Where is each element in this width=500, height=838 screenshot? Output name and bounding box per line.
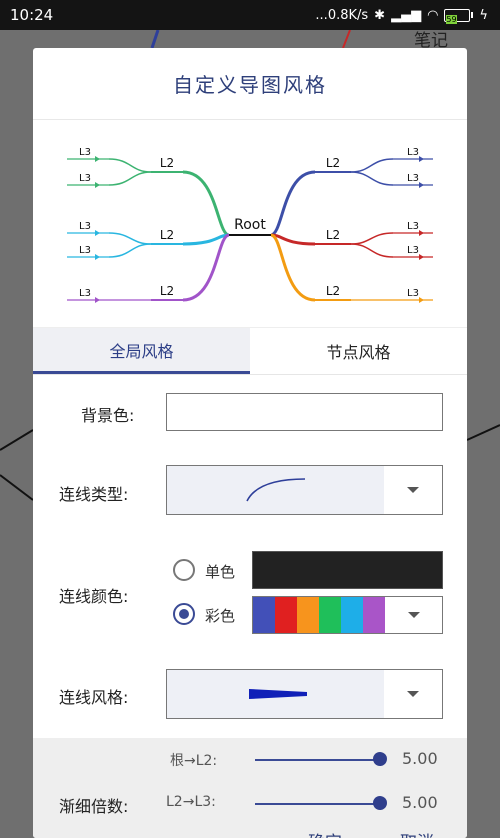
- arrow-icon: [419, 156, 424, 162]
- l2-node-label: L2: [160, 156, 174, 170]
- l3-node-label: L3: [79, 288, 91, 299]
- branch-l2-l3: [350, 243, 394, 258]
- chevron-down-icon: [385, 597, 442, 633]
- palette-swatch: [297, 597, 319, 633]
- taper-section: 根→L2: 5.00 渐细倍数: L2→L3: 5.00: [33, 738, 467, 838]
- curve-line-icon: [245, 478, 305, 502]
- status-time: 10:24: [10, 6, 54, 24]
- palette-swatch: [275, 597, 297, 633]
- taper-l2-l3-track[interactable]: [255, 803, 381, 805]
- root-node-label: Root: [234, 217, 266, 233]
- l3-node-label: L3: [79, 147, 91, 158]
- taper-root-l2-label: 根→L2:: [170, 753, 218, 769]
- l3-node-label: L3: [79, 221, 91, 232]
- branch-l2-l3: [350, 171, 394, 186]
- radio-single-color[interactable]: [173, 559, 195, 581]
- line-type-label: 连线类型:: [59, 485, 129, 504]
- arrow-icon: [419, 254, 424, 260]
- palette-swatch: [253, 597, 275, 633]
- dialog-title: 自定义导图风格: [33, 48, 467, 120]
- taper-l2-l3-value: 5.00: [402, 793, 438, 812]
- line-type-select[interactable]: [166, 465, 443, 515]
- chevron-down-icon: [384, 466, 442, 514]
- l2-node-label: L2: [326, 156, 340, 170]
- taper-label: 渐细倍数:: [59, 797, 129, 816]
- charging-icon: ϟ: [479, 7, 488, 23]
- arrow-icon: [95, 182, 100, 188]
- l3-node-label: L3: [407, 147, 419, 158]
- arrow-icon: [95, 254, 100, 260]
- taper-root-l2-track[interactable]: [255, 759, 381, 761]
- line-style-select[interactable]: [166, 669, 443, 719]
- branch-l2-l3: [350, 232, 394, 245]
- l3-node-label: L3: [407, 245, 419, 256]
- arrow-icon: [419, 182, 424, 188]
- confirm-button[interactable]: 确定: [308, 828, 342, 838]
- branch-l2-l3: [108, 243, 152, 258]
- multi-color-select[interactable]: [252, 596, 443, 634]
- branch-l2-l3: [108, 171, 152, 186]
- arrow-icon: [95, 230, 100, 236]
- arrow-icon: [95, 156, 100, 162]
- l3-node-label: L3: [407, 173, 419, 184]
- taper-root-l2-thumb[interactable]: [373, 752, 387, 766]
- color-palette-strip: [253, 597, 385, 633]
- cancel-button[interactable]: 取消: [400, 828, 434, 838]
- radio-multi-color[interactable]: [173, 603, 195, 625]
- palette-swatch: [363, 597, 385, 633]
- background-color-label: 背景色:: [81, 406, 135, 425]
- l2-node-label: L2: [160, 228, 174, 242]
- tapered-line-icon: [248, 689, 307, 699]
- line-style-preview: [167, 670, 384, 718]
- status-icons: ...0.8K/s ✱ ▂▄▆ ◠ 59 ϟ: [315, 7, 488, 24]
- l2-node-label: L2: [160, 284, 174, 298]
- multi-color-label: 彩色: [205, 607, 236, 625]
- network-speed: ...0.8K/s: [315, 7, 369, 23]
- arrow-icon: [419, 297, 424, 303]
- l3-node-label: L3: [407, 221, 419, 232]
- l2-node-label: L2: [326, 284, 340, 298]
- battery-icon: 59: [444, 8, 474, 24]
- branch-root-l2: [270, 170, 316, 237]
- taper-l2-l3-thumb[interactable]: [373, 796, 387, 810]
- l3-node-label: L3: [79, 173, 91, 184]
- line-color-label: 连线颜色:: [59, 587, 129, 606]
- tab-node-style[interactable]: 节点风格: [250, 328, 467, 374]
- line-style-label: 连线风格:: [59, 688, 129, 707]
- battery-level: 59: [446, 14, 457, 24]
- style-tabs: 全局风格 节点风格: [33, 327, 467, 375]
- chevron-down-icon: [384, 670, 442, 718]
- branch-l2-l3: [350, 158, 394, 173]
- single-color-label: 单色: [205, 563, 236, 581]
- mindmap-preview: Root L2 L3 L3 L2 L3 L3 L2 L3 L2 L3 L3 L2 L3 L3 L2 L3: [67, 147, 433, 303]
- l3-node-label: L3: [79, 245, 91, 256]
- single-color-swatch[interactable]: [252, 551, 443, 589]
- branch-l2-l3: [108, 232, 152, 245]
- bluetooth-icon: ✱: [374, 7, 386, 23]
- taper-l2-l3-label: L2→L3:: [166, 794, 216, 810]
- palette-swatch: [319, 597, 341, 633]
- arrow-icon: [419, 230, 424, 236]
- wifi-icon: ◠: [427, 7, 439, 23]
- l3-node-label: L3: [407, 288, 419, 299]
- taper-root-l2-value: 5.00: [402, 749, 438, 768]
- line-type-preview: [167, 466, 384, 514]
- arrow-icon: [95, 297, 100, 303]
- l2-node-label: L2: [326, 228, 340, 242]
- signal-icon: ▂▄▆: [391, 7, 422, 23]
- customize-style-dialog: 自定义导图风格 Root L2 L3 L3 L2 L3 L3 L2 L3 L2 L3 L3 L2 L3 L3…: [33, 48, 467, 838]
- tab-global-style[interactable]: 全局风格: [33, 328, 250, 374]
- background-color-field[interactable]: [166, 393, 443, 431]
- branch-root-l2: [182, 170, 230, 237]
- palette-swatch: [341, 597, 363, 633]
- branch-l2-l3: [108, 158, 152, 173]
